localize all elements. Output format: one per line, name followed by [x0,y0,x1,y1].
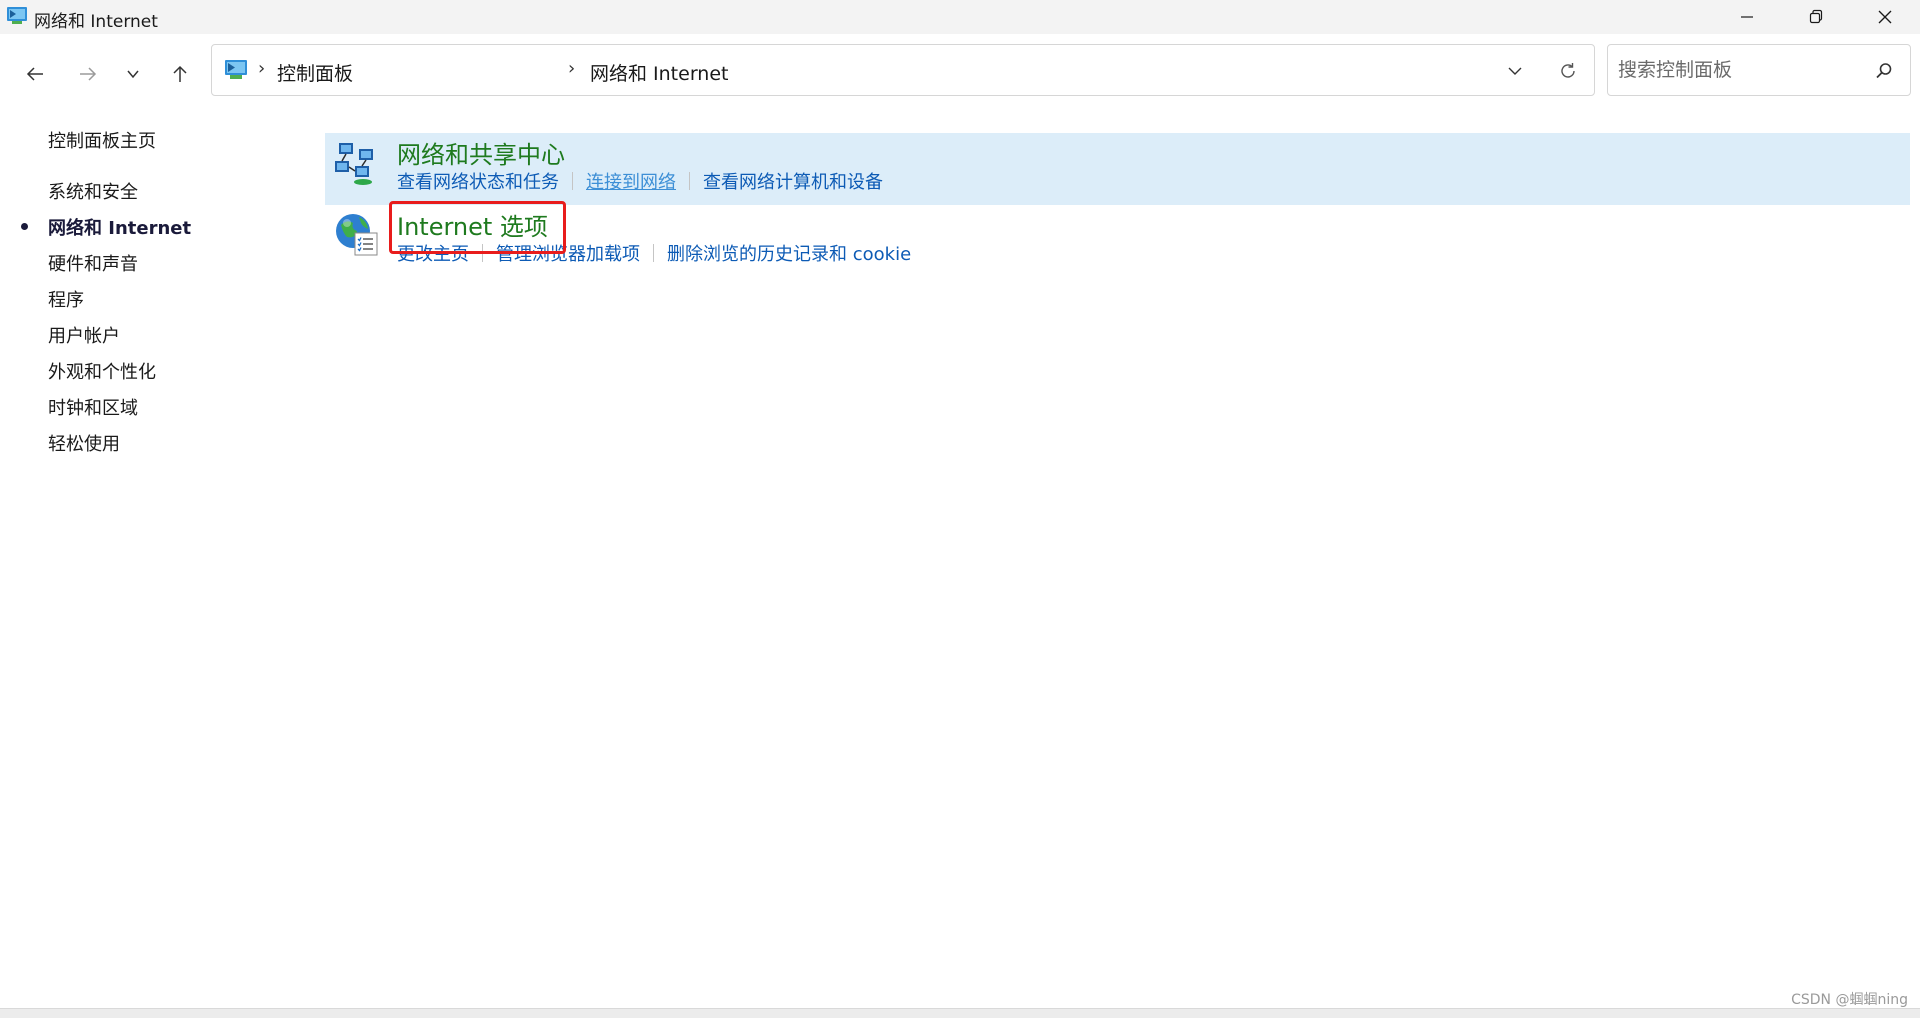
sidebar-item-network-internet[interactable]: 网络和 Internet [48,214,191,240]
refresh-icon [1561,63,1575,78]
link-divider [689,172,690,190]
sidebar: 控制面板主页 系统和安全 网络和 Internet 硬件和声音 程序 用户帐户 … [0,106,320,986]
minimize-icon [1741,16,1753,18]
category-title-network-sharing[interactable]: 网络和共享中心 [397,135,565,170]
sidebar-item-programs[interactable]: 程序 [48,286,84,312]
active-indicator [21,223,28,230]
address-history-button[interactable] [1502,58,1528,84]
arrow-left-icon [26,67,43,81]
window-title: 网络和 Internet [34,12,158,32]
sidebar-item-control-panel-home[interactable]: 控制面板主页 [48,127,156,153]
task-link-view-network-computers[interactable]: 查看网络计算机和设备 [703,168,883,194]
control-panel-icon [7,7,27,24]
refresh-button[interactable] [1554,57,1582,85]
up-button[interactable] [162,56,198,92]
title-bar: 网络和 Internet [0,0,1920,34]
navigation-bar: › 控制面板 › 网络和 Internet [0,34,1920,106]
sidebar-item-ease-of-access[interactable]: 轻松使用 [48,430,120,456]
breadcrumb-network-internet[interactable]: 网络和 Internet [590,59,728,86]
close-button[interactable] [1850,0,1920,34]
search-box[interactable] [1607,44,1911,96]
sidebar-item-system-security[interactable]: 系统和安全 [48,178,138,204]
task-link-delete-history[interactable]: 删除浏览的历史记录和 cookie [667,240,911,266]
link-divider [653,244,654,262]
watermark: CSDN @蝈蝈ning [1791,992,1908,1008]
internet-options-icon[interactable] [333,211,381,259]
task-link-view-network-status[interactable]: 查看网络状态和任务 [397,168,559,194]
arrow-up-icon [173,65,187,82]
control-panel-window: 网络和 Internet › 控制面板 › 网络和 Internet 搜索控制面… [0,0,1920,1018]
task-link-connect-to-network[interactable]: 连接到网络 [586,168,676,194]
control-panel-icon [225,60,247,79]
annotation-highlight-box [389,201,566,254]
chevron-down-icon [127,70,139,79]
search-icon[interactable] [1872,59,1896,83]
chevron-down-icon [1508,67,1522,75]
recent-locations-button[interactable] [115,56,151,92]
sidebar-item-clock-region[interactable]: 时钟和区域 [48,394,138,420]
search-input[interactable] [1618,55,1858,85]
link-divider [572,172,573,190]
minimize-button[interactable] [1712,0,1782,34]
close-icon [1878,10,1892,24]
breadcrumb-control-panel[interactable]: 控制面板 [277,59,353,86]
restore-button[interactable] [1781,0,1851,34]
breadcrumb-separator[interactable]: › [258,58,265,79]
sidebar-item-hardware-sound[interactable]: 硬件和声音 [48,250,138,276]
back-button[interactable] [17,56,53,92]
forward-button[interactable] [70,56,106,92]
network-sharing-icon[interactable] [333,139,381,187]
address-bar[interactable]: › 控制面板 › 网络和 Internet [211,44,1595,96]
bottom-edge [0,1008,1920,1018]
sidebar-item-user-accounts[interactable]: 用户帐户 [48,322,120,348]
arrow-right-icon [80,67,97,81]
restore-icon [1809,9,1823,24]
sidebar-item-appearance[interactable]: 外观和个性化 [48,358,156,384]
breadcrumb-separator[interactable]: › [568,58,575,79]
task-links: 查看网络状态和任务 连接到网络 查看网络计算机和设备 [397,168,883,194]
category-network-sharing: 网络和共享中心 查看网络状态和任务 连接到网络 查看网络计算机和设备 [325,133,1910,205]
